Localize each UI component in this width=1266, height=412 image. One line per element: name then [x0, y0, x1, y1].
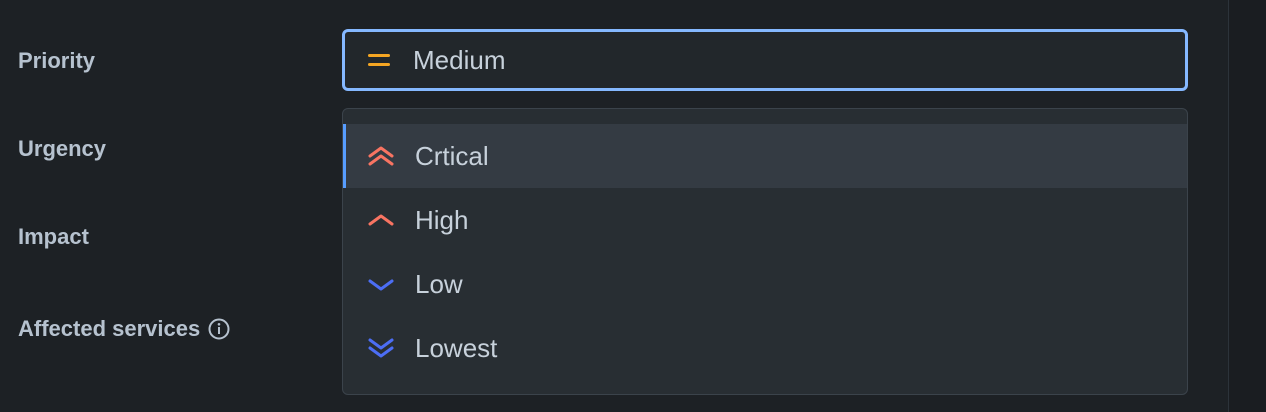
info-icon[interactable]: [208, 318, 230, 340]
impact-label: Impact: [18, 224, 89, 249]
medium-priority-icon: [365, 46, 393, 74]
option-label: Crtical: [415, 140, 489, 171]
option-label: Lowest: [415, 332, 498, 363]
right-gutter: [1228, 0, 1266, 412]
option-critical[interactable]: Crtical: [343, 124, 1187, 188]
option-low[interactable]: Low: [343, 252, 1187, 316]
affected-services-label: Affected services: [18, 315, 230, 343]
low-priority-icon: [367, 270, 395, 298]
priority-label: Priority: [18, 48, 96, 73]
option-label: Low: [415, 268, 463, 299]
urgency-label: Urgency: [18, 136, 107, 161]
critical-priority-icon: [367, 142, 395, 170]
lowest-priority-icon: [367, 334, 395, 362]
priority-select[interactable]: Medium: [342, 29, 1188, 91]
priority-dropdown-menu: Crtical High Low Lowest: [342, 108, 1188, 395]
option-lowest[interactable]: Lowest: [343, 316, 1187, 380]
option-label: High: [415, 204, 469, 235]
option-high[interactable]: High: [343, 188, 1187, 252]
form-panel: Priority Urgency Impact Affected service…: [0, 0, 1228, 412]
priority-select-value: Medium: [413, 44, 506, 75]
high-priority-icon: [367, 206, 395, 234]
